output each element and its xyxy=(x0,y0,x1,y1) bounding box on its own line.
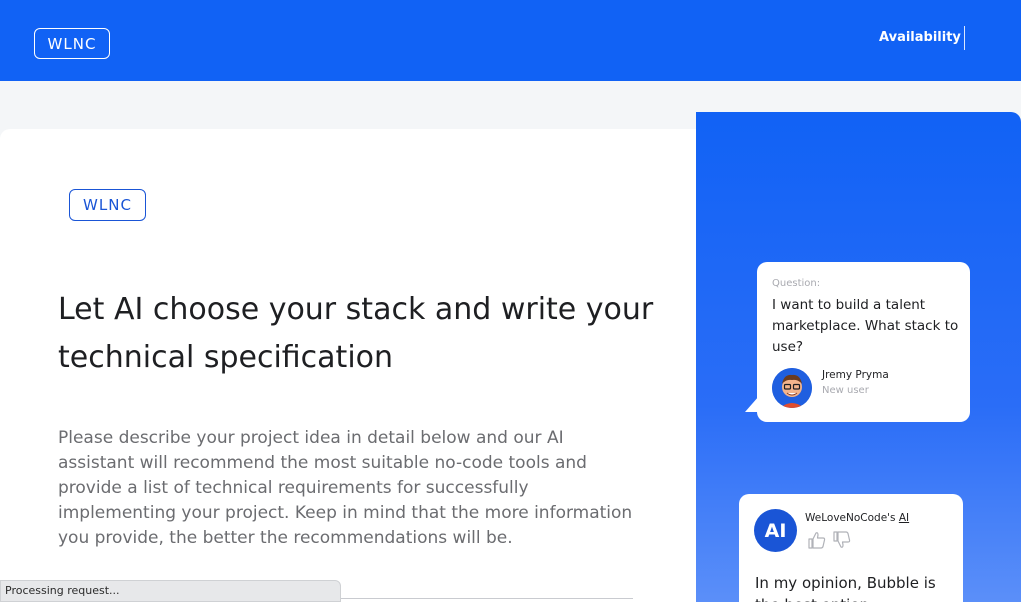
ai-answer-text-2: the best option xyxy=(755,594,869,602)
browser-status-bar: Processing request... xyxy=(0,580,341,602)
header-logo[interactable]: WLNC xyxy=(34,28,110,59)
question-text: I want to build a talent marketplace. Wh… xyxy=(772,297,959,355)
nav-divider xyxy=(964,26,965,50)
ai-name-link[interactable]: AI xyxy=(899,512,909,524)
user-avatar xyxy=(772,368,812,408)
thumbs-up-icon[interactable] xyxy=(807,530,827,550)
user-name: Jremy Pryma xyxy=(822,369,889,381)
page-description: Please describe your project idea in det… xyxy=(58,428,633,548)
user-role: New user xyxy=(822,385,869,396)
ai-avatar: AI xyxy=(754,509,797,552)
page-title: Let AI choose your stack and write your … xyxy=(58,292,654,375)
project-input-top-edge[interactable] xyxy=(340,598,633,599)
ai-name: WeLoveNoCode's AI xyxy=(805,512,909,524)
question-label: Question: xyxy=(772,278,821,289)
user-avatar-icon xyxy=(772,368,812,408)
nav-link-availability[interactable]: Availability xyxy=(879,30,961,45)
main-logo: WLNC xyxy=(69,189,146,221)
ai-name-prefix: WeLoveNoCode's xyxy=(805,512,899,524)
top-navbar: WLNC Availability xyxy=(0,0,1021,81)
thumbs-down-icon[interactable] xyxy=(832,530,852,550)
